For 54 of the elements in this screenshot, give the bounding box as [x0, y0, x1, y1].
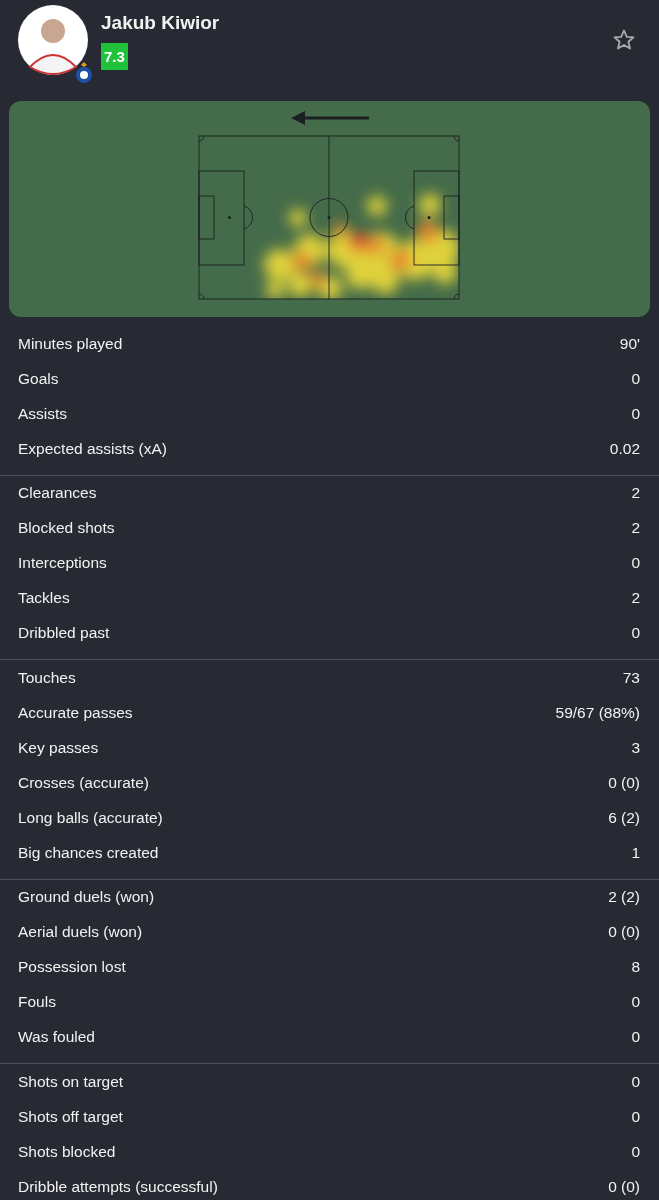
stat-label: Crosses (accurate): [18, 773, 149, 792]
stat-value: 0: [631, 1028, 640, 1046]
stat-label: Was fouled: [18, 1028, 95, 1046]
stat-value: 2: [631, 589, 640, 607]
stat-value: 73: [622, 668, 640, 687]
stat-value: 0 (0): [608, 773, 640, 792]
stat-value: 0: [631, 554, 640, 572]
stat-label: Ground duels (won): [18, 888, 155, 906]
stat-label: Long balls (accurate): [18, 808, 163, 827]
stat-label: Fouls: [18, 993, 56, 1011]
stat-label: Clearances: [18, 484, 97, 502]
stat-label: Dribbled past: [18, 624, 110, 642]
stat-value: 2: [631, 519, 640, 537]
stat-label: Minutes played: [18, 334, 123, 353]
stat-value: 90': [619, 334, 640, 353]
stat-label: Accurate passes: [18, 703, 133, 722]
stat-label: Shots off target: [18, 1107, 123, 1126]
club-badge-icon: [74, 61, 94, 83]
stat-value: 8: [631, 958, 640, 976]
stat-label: Touches: [18, 668, 76, 687]
stat-value: 2 (2): [608, 888, 640, 906]
stat-label: Big chances created: [18, 843, 159, 862]
stat-value: 0 (0): [608, 1177, 640, 1196]
stat-label: Interceptions: [18, 554, 107, 572]
stat-label: Possession lost: [18, 958, 126, 976]
rating-badge: 7.3: [101, 43, 128, 70]
stat-value: 0.02: [609, 439, 640, 458]
stat-label: Blocked shots: [18, 519, 115, 537]
stat-label: Shots blocked: [18, 1142, 116, 1161]
stat-label: Key passes: [18, 738, 99, 757]
stat-value: 0: [631, 1107, 640, 1126]
stat-label: Dribble attempts (successful): [18, 1177, 218, 1196]
avatar-icon: [18, 5, 88, 75]
stat-value: 0: [631, 1142, 640, 1161]
stat-label: Tackles: [18, 589, 70, 607]
stat-label: Shots on target: [18, 1072, 124, 1091]
stat-value: 2: [631, 484, 640, 502]
player-name: Jakub Kiwior: [101, 12, 220, 34]
stat-value: 0: [631, 369, 640, 388]
stat-value: 0: [631, 624, 640, 642]
stat-value: 0: [631, 404, 640, 423]
stat-value: 59/67 (88%): [555, 703, 640, 722]
stat-label: Goals: [18, 369, 59, 388]
stat-label: Assists: [18, 404, 68, 423]
stat-label: Aerial duels (won): [18, 923, 143, 941]
stat-value: 0: [631, 993, 640, 1011]
stat-value: 0: [631, 1072, 640, 1091]
favorite-star-icon[interactable]: [612, 28, 636, 52]
stat-value: 3: [631, 738, 640, 757]
stat-value: 1: [631, 843, 640, 862]
stat-value: 0 (0): [608, 923, 640, 941]
direction-arrow-icon: [290, 111, 369, 125]
stat-value: 6 (2): [608, 808, 640, 827]
stat-label: Expected assists (xA): [18, 439, 168, 458]
